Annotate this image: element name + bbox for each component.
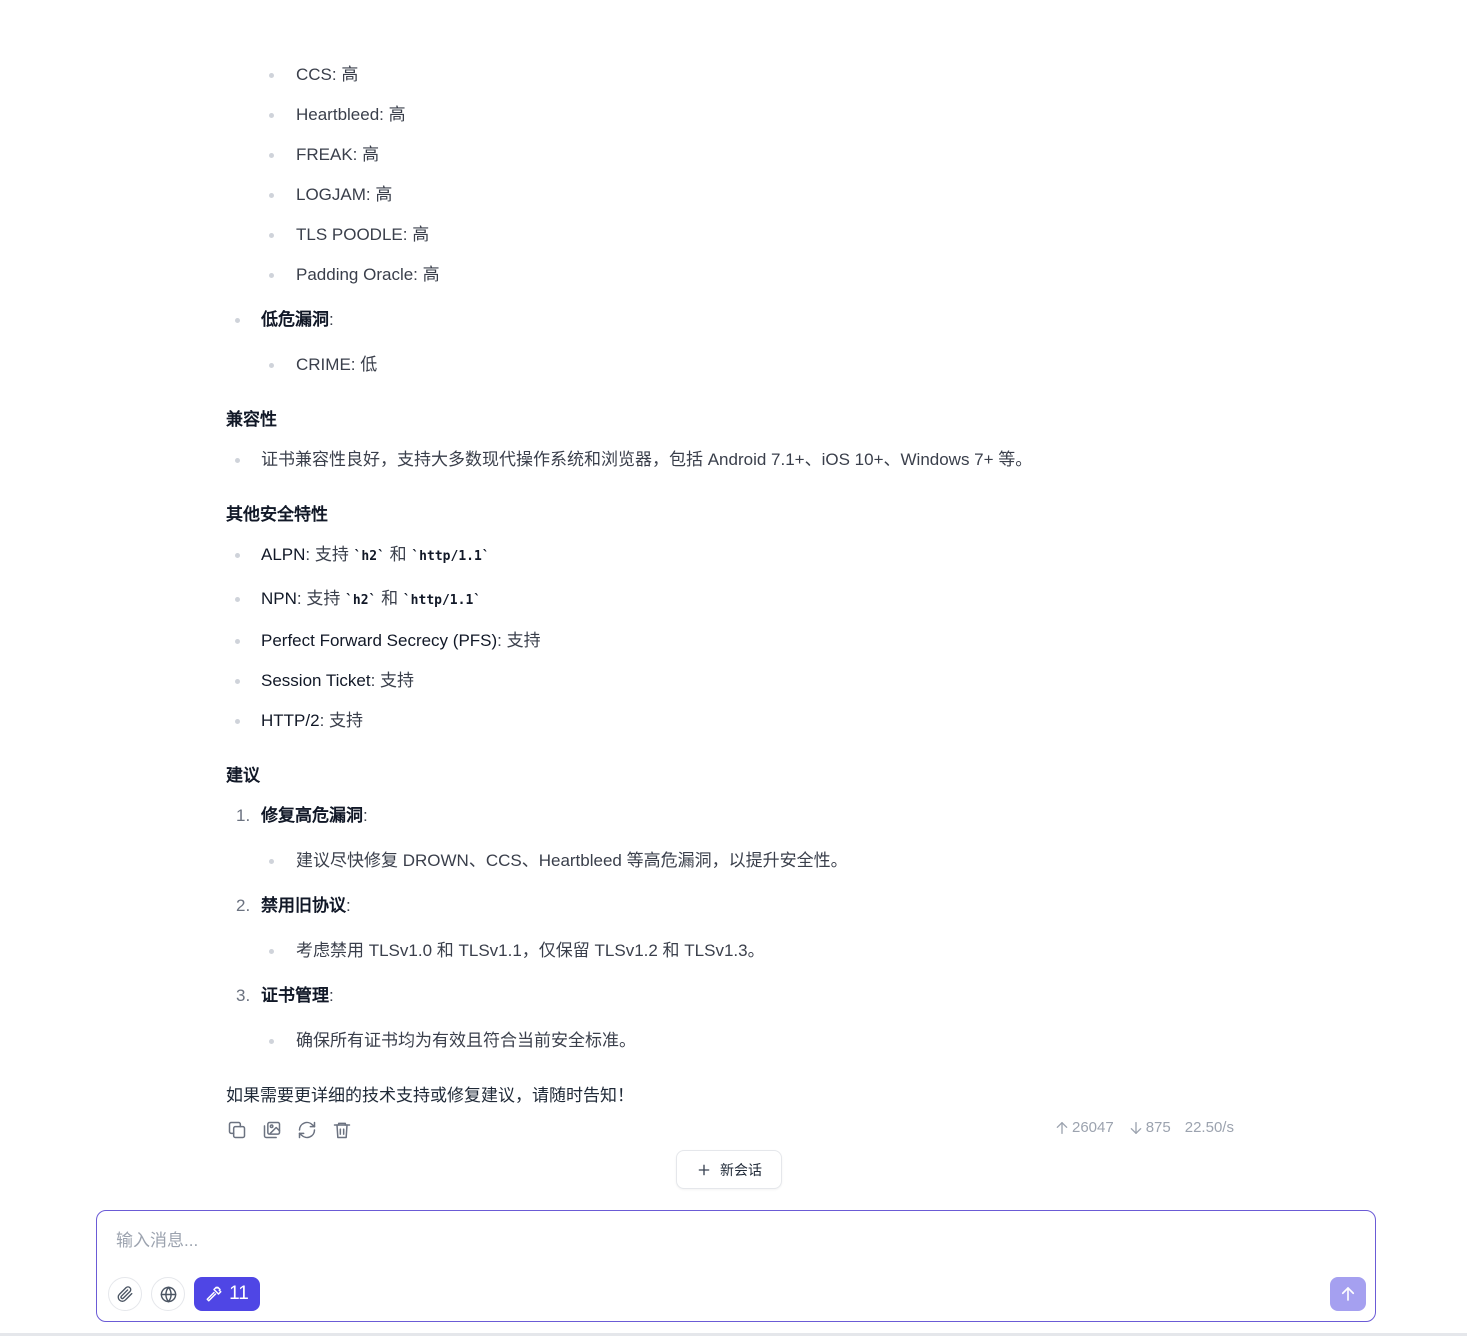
security-item: Perfect Forward Secrecy (PFS): 支持 — [261, 629, 541, 653]
bullet — [269, 153, 274, 158]
low-vuln-label: 低危漏洞 — [261, 310, 329, 329]
bullet — [235, 597, 240, 602]
recommendation-title-text: 禁用旧协议 — [261, 896, 346, 915]
compatibility-item: 证书兼容性良好，支持大多数现代操作系统和浏览器，包括 Android 7.1+、… — [261, 450, 1033, 469]
recommendation-suffix: : — [329, 986, 334, 1005]
arrow-up-icon — [1341, 1287, 1355, 1301]
speed-value: 22.50/s — [1184, 1119, 1234, 1136]
vuln-item: CCS: 高 — [296, 65, 359, 84]
message-actions — [226, 1119, 353, 1141]
bullet — [269, 273, 274, 278]
security-item-npn: NPN: 支持 `h2` 和 `http/1.1` — [261, 587, 481, 613]
section-heading-compatibility: 兼容性 — [226, 410, 277, 429]
new-chat-button[interactable]: 新会话 — [676, 1150, 782, 1189]
security-value: : 支持 — [370, 671, 415, 690]
send-button[interactable] — [1330, 1277, 1366, 1311]
arrow-up-icon — [1056, 1121, 1068, 1134]
section-heading-recommendations: 建议 — [226, 766, 260, 785]
copy-icon[interactable] — [226, 1119, 248, 1141]
recommendation-suffix: : — [346, 896, 351, 915]
bullet — [235, 679, 240, 684]
security-item: HTTP/2: 支持 — [261, 709, 363, 733]
recommendation-title-text: 证书管理 — [261, 986, 329, 1005]
section-heading-security: 其他安全特性 — [226, 505, 328, 524]
list-number: 3. — [236, 986, 251, 1005]
tools-button[interactable]: 11 — [194, 1277, 260, 1311]
list-number: 1. — [236, 806, 251, 825]
bullet — [269, 113, 274, 118]
low-vuln-suffix: : — [329, 310, 334, 329]
recommendation-detail: 确保所有证书均为有效且符合当前安全标准。 — [296, 1031, 636, 1050]
trash-icon[interactable] — [331, 1119, 353, 1141]
npn-key: NPN — [261, 589, 297, 608]
closing-text: 如果需要更详细的技术支持或修复建议，请随时告知！ — [226, 1086, 634, 1105]
bullet — [235, 639, 240, 644]
vuln-item: Heartbleed: 高 — [296, 105, 406, 124]
security-item-alpn: ALPN: 支持 `h2` 和 `http/1.1` — [261, 543, 490, 569]
paperclip-icon — [117, 1286, 133, 1302]
recommendation-title: 修复高危漏洞: — [261, 804, 368, 828]
alpn-and: 和 — [384, 545, 412, 564]
low-vuln-item: 低危漏洞: — [261, 308, 334, 332]
security-item: Session Ticket: 支持 — [261, 669, 414, 693]
alpn-text: : 支持 — [305, 545, 354, 564]
npn-code-http: `http/1.1` — [402, 593, 482, 608]
alpn-code-http: `http/1.1` — [411, 549, 490, 564]
bullet — [235, 458, 240, 463]
refresh-icon[interactable] — [296, 1119, 318, 1141]
recommendation-detail: 考虑禁用 TLSv1.0 和 TLSv1.1，仅保留 TLSv1.2 和 TLS… — [296, 941, 765, 960]
security-key: Session Ticket — [261, 671, 371, 690]
security-key: Perfect Forward Secrecy (PFS) — [261, 631, 498, 650]
vuln-item: LOGJAM: 高 — [296, 185, 393, 204]
bullet — [269, 193, 274, 198]
npn-text: : 支持 — [296, 589, 346, 608]
vuln-item: FREAK: 高 — [296, 145, 380, 164]
vuln-item: CRIME: 低 — [296, 355, 378, 374]
npn-and: 和 — [376, 589, 403, 608]
recommendation-detail: 建议尽快修复 DROWN、CCS、Heartbleed 等高危漏洞，以提升安全性… — [296, 851, 848, 870]
bullet — [269, 363, 274, 368]
alpn-key: ALPN — [261, 545, 306, 564]
globe-icon — [160, 1286, 176, 1302]
plus-icon — [698, 1164, 710, 1175]
recommendation-suffix: : — [363, 806, 368, 825]
list-number: 2. — [236, 896, 251, 915]
bullet — [269, 949, 274, 954]
bullet — [235, 318, 240, 323]
npn-code-h2: `h2` — [345, 593, 377, 608]
alpn-code-h2: `h2` — [353, 549, 385, 564]
bullet — [269, 859, 274, 864]
bullet — [235, 719, 240, 724]
arrow-down-icon — [1130, 1121, 1142, 1134]
tokens-down-stat: 875 — [1128, 1119, 1171, 1136]
bullet — [269, 1039, 274, 1044]
vuln-item: TLS POODLE: 高 — [296, 225, 430, 244]
bullet — [235, 553, 240, 558]
hammer-icon — [206, 1286, 222, 1302]
new-chat-label: 新会话 — [720, 1161, 762, 1178]
web-search-button[interactable] — [151, 1277, 185, 1311]
message-input[interactable] — [116, 1231, 1316, 1251]
vuln-item: Padding Oracle: 高 — [296, 265, 440, 284]
security-value: : 支持 — [319, 711, 364, 730]
bullet — [269, 233, 274, 238]
tools-count: 11 — [229, 1283, 249, 1304]
recommendation-title-text: 修复高危漏洞 — [261, 806, 363, 825]
recommendation-title: 证书管理: — [261, 984, 334, 1008]
message-stats: 26047 875 22.50/s — [1054, 1119, 1234, 1136]
image-icon[interactable] — [261, 1119, 283, 1141]
tokens-up-stat: 26047 — [1054, 1119, 1114, 1136]
tokens-down-value: 875 — [1145, 1119, 1171, 1136]
recommendation-title: 禁用旧协议: — [261, 894, 351, 918]
attach-button[interactable] — [108, 1277, 142, 1311]
security-key: HTTP/2 — [261, 711, 320, 730]
message-composer: 11 — [96, 1210, 1376, 1322]
tokens-up-value: 26047 — [1072, 1119, 1114, 1136]
bullet — [269, 73, 274, 78]
security-value: : 支持 — [497, 631, 541, 650]
